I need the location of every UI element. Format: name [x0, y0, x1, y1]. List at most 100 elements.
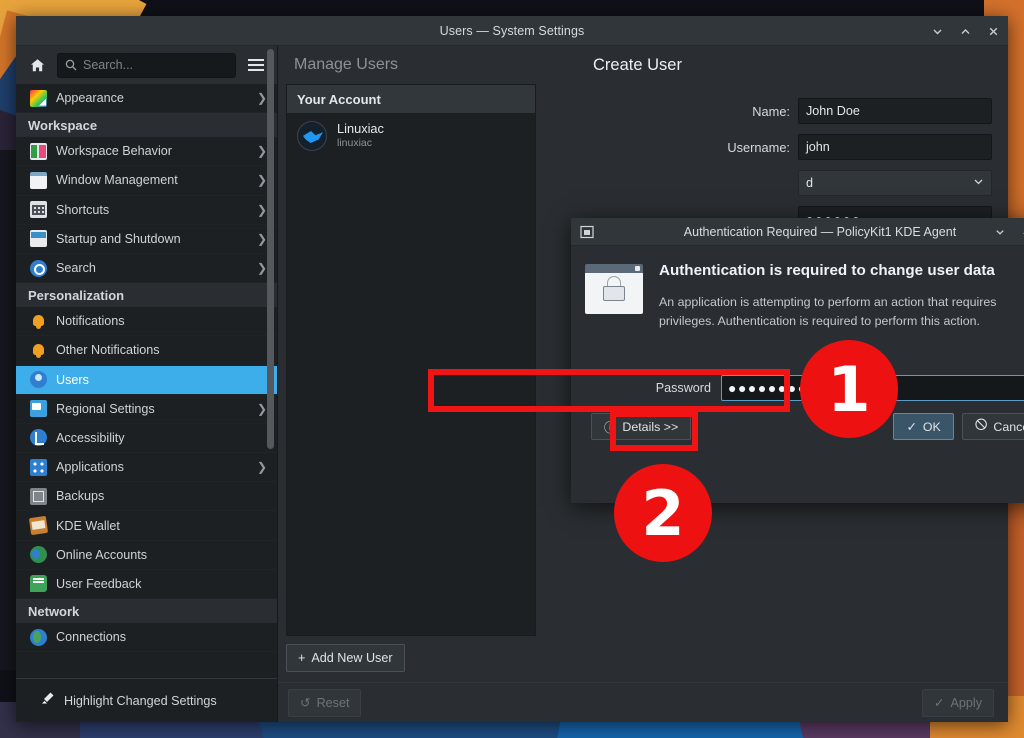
auth-dialog-title: Authentication Required — PolicyKit1 KDE… [683, 224, 957, 239]
accounts-panel: Your Account Linuxiac linuxiac [286, 84, 536, 637]
sidebar-item-label: Connections [56, 630, 127, 645]
search-blue-icon [30, 259, 47, 277]
connections-icon [30, 628, 47, 646]
accessibility-icon [30, 429, 47, 447]
sidebar-item-label: Regional Settings [56, 401, 155, 416]
users-icon [30, 371, 47, 389]
sidebar-item-label: Startup and Shutdown [56, 231, 181, 246]
search-icon [65, 59, 77, 71]
check-icon: ✓ [906, 420, 917, 435]
account-type-value: d [806, 176, 814, 191]
feedback-icon [30, 575, 47, 593]
apply-button[interactable]: ✓ Apply [921, 688, 994, 717]
home-icon[interactable] [24, 52, 50, 78]
auth-maximize-icon[interactable] [1018, 223, 1024, 241]
authentication-dialog: Authentication Required — PolicyKit1 KDE… [571, 218, 1024, 503]
sidebar-item-user-feedback[interactable]: User Feedback [16, 570, 277, 599]
chevron-right-icon: ❯ [256, 173, 267, 188]
sidebar-item-search[interactable]: Search ❯ [16, 254, 277, 284]
sidebar-item-label: User Feedback [56, 576, 142, 591]
chevron-right-icon: ❯ [256, 202, 267, 217]
bell-icon [30, 342, 47, 359]
window-titlebar: Users — System Settings [16, 16, 1008, 46]
sidebar-item-label: Accessibility [56, 430, 125, 445]
add-new-user-button[interactable]: + Add New User [286, 644, 405, 673]
sidebar-item-accessibility[interactable]: Accessibility [16, 424, 277, 454]
undo-icon: ↺ [300, 696, 311, 711]
startup-icon [30, 230, 47, 248]
info-icon: ⓘ [604, 420, 617, 435]
sidebar-item-appearance[interactable]: Appearance ❯ [16, 84, 277, 114]
minimize-icon[interactable] [928, 22, 946, 40]
sidebar-item-window-management[interactable]: Window Management ❯ [16, 166, 277, 196]
sidebar-item-applications[interactable]: Applications ❯ [16, 453, 277, 483]
auth-dialog-titlebar: Authentication Required — PolicyKit1 KDE… [571, 218, 1024, 246]
sidebar-item-users[interactable]: Users [16, 365, 277, 395]
sidebar-toolbar: Search... [16, 46, 277, 84]
sidebar-item-label: Applications [56, 460, 124, 475]
sidebar-item-other-notifications[interactable]: Other Notifications [16, 336, 277, 366]
sidebar-item-connections[interactable]: Connections [16, 623, 277, 653]
create-user-title: Create User [593, 55, 682, 74]
your-account-header: Your Account [287, 85, 535, 114]
sidebar-item-label: Online Accounts [56, 547, 148, 562]
annotation-step-2: 2 [614, 464, 712, 562]
sidebar-item-label: Appearance [56, 91, 124, 106]
sidebar-item-startup-and-shutdown[interactable]: Startup and Shutdown ❯ [16, 225, 277, 254]
sidebar-item-label: Search [56, 261, 96, 276]
cancel-icon: 🛇 [974, 418, 988, 433]
account-name: Linuxiac [337, 121, 384, 137]
ok-label: OK [922, 419, 941, 434]
sidebar-item-backups[interactable]: Backups [16, 482, 277, 512]
username-field[interactable]: john [798, 134, 992, 161]
regional-icon [30, 400, 47, 418]
chevron-right-icon: ❯ [256, 460, 267, 475]
sidebar-item-label: Users [56, 372, 89, 387]
window-icon [30, 171, 47, 189]
chevron-right-icon: ❯ [256, 231, 267, 246]
sidebar-category-personalization: Personalization [16, 283, 277, 308]
ok-button[interactable]: ✓ OK [893, 413, 954, 441]
sidebar-item-online-accounts[interactable]: Online Accounts [16, 541, 277, 570]
hamburger-menu-icon[interactable] [243, 52, 269, 78]
appearance-icon [30, 89, 47, 107]
search-input[interactable]: Search... [57, 52, 236, 78]
applications-icon [30, 458, 47, 476]
auth-minimize-icon[interactable] [991, 223, 1009, 241]
details-button[interactable]: ⓘ Details >> [591, 413, 692, 441]
account-row-linuxiac[interactable]: Linuxiac linuxiac [287, 113, 535, 159]
search-placeholder: Search... [83, 58, 134, 72]
sidebar-item-regional-settings[interactable]: Regional Settings ❯ [16, 395, 277, 424]
policykit-icon [579, 224, 595, 240]
sidebar-item-label: Window Management [56, 173, 178, 188]
reset-button[interactable]: ↺ Reset [288, 688, 362, 717]
check-icon: ✓ [933, 696, 945, 711]
name-field[interactable]: John Doe [798, 98, 992, 125]
username-label: Username: [727, 139, 790, 155]
sidebar-item-kde-wallet[interactable]: KDE Wallet [16, 511, 277, 541]
content-header: Manage Users Create User [278, 46, 1008, 85]
name-label: Name: [752, 103, 790, 119]
reset-label: Reset [316, 695, 350, 710]
highlight-changed-settings-label: Highlight Changed Settings [64, 693, 217, 708]
close-icon[interactable] [984, 22, 1002, 40]
sidebar-category-workspace: Workspace [16, 113, 277, 138]
account-type-select[interactable]: d [798, 170, 992, 197]
chevron-right-icon: ❯ [256, 144, 267, 159]
highlight-changed-settings-button[interactable]: Highlight Changed Settings [16, 678, 277, 722]
keyboard-icon [30, 201, 47, 219]
sidebar-list: Appearance ❯ Workspace Workspace Behavior ❯ W… [16, 84, 277, 678]
sidebar-item-label: Backups [56, 489, 105, 504]
sidebar-item-label: KDE Wallet [56, 518, 120, 533]
sidebar-scrollbar[interactable] [267, 49, 274, 449]
lock-icon [585, 264, 643, 314]
sidebar-item-workspace-behavior[interactable]: Workspace Behavior ❯ [16, 137, 277, 167]
apply-label: Apply [950, 695, 982, 710]
sidebar-item-notifications[interactable]: Notifications [16, 307, 277, 337]
sidebar-item-shortcuts[interactable]: Shortcuts ❯ [16, 196, 277, 225]
cancel-button[interactable]: 🛇 Cancel [961, 413, 1024, 441]
maximize-icon[interactable] [956, 22, 974, 40]
globe-icon [30, 546, 47, 564]
chevron-right-icon: ❯ [256, 261, 267, 276]
username-value: john [806, 140, 830, 155]
